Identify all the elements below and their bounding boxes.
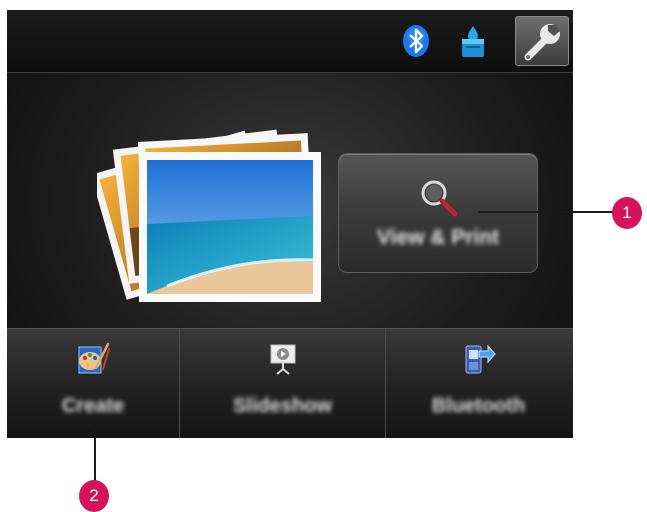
callout-1-badge: 1	[612, 197, 642, 229]
phone-transfer-icon	[465, 344, 496, 374]
callout-2-badge: 2	[79, 480, 109, 512]
slideshow-button[interactable]: Slideshow	[179, 329, 386, 438]
palette-icon	[78, 342, 110, 374]
photo-stack-image	[97, 129, 321, 302]
bluetooth-icon[interactable]	[399, 24, 433, 58]
slideshow-label: Slideshow	[233, 395, 332, 417]
view-print-button[interactable]: View & Print	[338, 153, 538, 273]
view-print-label: View & Print	[376, 226, 500, 249]
wrench-icon	[524, 24, 560, 61]
bluetooth-label: Bluetooth	[431, 395, 526, 417]
magnifier-icon	[421, 180, 458, 217]
bluetooth-transfer-button[interactable]: Bluetooth	[384, 329, 573, 438]
callout-1-leader-line	[478, 211, 614, 213]
projector-screen-icon	[270, 344, 295, 375]
create-button[interactable]: Create	[7, 329, 179, 438]
create-label: Create	[61, 395, 125, 417]
device-screen: View & Print Create Slideshow Bluetooth	[7, 10, 573, 438]
bottom-toolbar: Create Slideshow Bluetooth	[7, 328, 573, 438]
ink-level-icon[interactable]	[456, 24, 490, 58]
settings-button[interactable]	[515, 16, 569, 66]
callout-2-leader-line	[94, 430, 96, 485]
status-bar	[7, 10, 573, 73]
